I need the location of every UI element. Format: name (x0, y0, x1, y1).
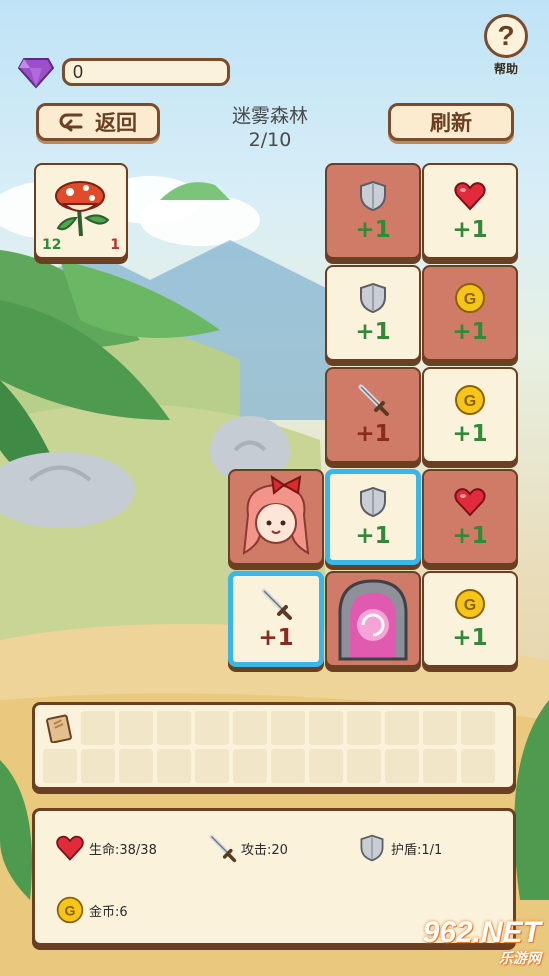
stat-gold: G 金币:6 (55, 895, 128, 925)
stat-attack: 攻击:20 (207, 833, 288, 863)
shield-icon (360, 834, 384, 862)
svg-text:G: G (464, 291, 476, 308)
inventory-slot[interactable] (385, 749, 419, 783)
stat-gold-label: 金币:6 (89, 904, 128, 920)
heart-icon (454, 488, 486, 517)
tile-value: +1 (355, 421, 391, 447)
return-arrow-icon (59, 113, 83, 132)
heart-icon (56, 835, 84, 861)
sword-icon (209, 834, 237, 863)
board-tile-coin[interactable]: G +1 (422, 265, 518, 361)
stat-hp: 生命:38/38 (55, 833, 157, 863)
inventory-slot[interactable] (385, 711, 419, 745)
svg-text:G: G (464, 597, 476, 614)
stage-progress: 2/10 (248, 129, 292, 151)
monster-card[interactable]: 12 1 (34, 163, 128, 259)
back-button[interactable]: 返回 (36, 103, 160, 141)
tile-value: +1 (452, 625, 488, 651)
board-tile-heart[interactable]: +1 (422, 469, 518, 565)
svg-text:G: G (65, 902, 76, 918)
heart-icon (454, 182, 486, 211)
inventory-slot[interactable] (43, 711, 77, 745)
monster-hp: 12 (42, 237, 62, 253)
board-tile-shield[interactable]: +1 (325, 163, 421, 259)
inventory-slot[interactable] (81, 711, 115, 745)
inventory-slot[interactable] (195, 749, 229, 783)
sword-icon (358, 384, 389, 416)
inventory-slot[interactable] (309, 711, 343, 745)
tile-value: +1 (355, 319, 391, 345)
inventory-slot[interactable] (195, 711, 229, 745)
stat-shield-label: 护盾:1/1 (391, 842, 443, 858)
inventory-slot[interactable] (233, 749, 267, 783)
tile-value: +1 (452, 319, 488, 345)
tile-value: +1 (452, 217, 488, 243)
board-tile-shield-selected[interactable]: +1 (325, 469, 421, 565)
piranha-plant-icon (55, 181, 110, 237)
inventory-slot[interactable] (347, 749, 381, 783)
watermark-site-name: 乐游网 (499, 950, 541, 966)
inventory-slot[interactable] (423, 711, 457, 745)
monster-attack: 1 (110, 237, 120, 253)
inventory-slot[interactable] (309, 749, 343, 783)
inventory-slot[interactable] (81, 749, 115, 783)
gold-coin-icon: G (455, 385, 485, 415)
stat-attack-label: 攻击:20 (241, 842, 288, 858)
gold-coin-icon: G (56, 896, 84, 924)
inventory-slot[interactable] (347, 711, 381, 745)
sword-icon (261, 588, 292, 620)
inventory-slot[interactable] (119, 711, 153, 745)
portal-tile[interactable] (325, 571, 421, 667)
inventory-slot[interactable] (157, 749, 191, 783)
board-tile-heart[interactable]: +1 (422, 163, 518, 259)
hero-portrait-icon (242, 475, 310, 555)
help-label: 帮助 (493, 62, 518, 76)
question-mark-icon: ? (484, 14, 528, 58)
tile-value: +1 (258, 625, 294, 651)
shield-icon (360, 282, 386, 314)
watermark-logo-text: 962.NET (422, 916, 541, 949)
help-button[interactable]: ? 帮助 (482, 14, 530, 80)
inventory-slot[interactable] (423, 749, 457, 783)
inventory-slot[interactable] (233, 711, 267, 745)
inventory-slot[interactable] (43, 749, 77, 783)
shield-icon (360, 180, 386, 212)
portal-icon (338, 579, 408, 661)
board-tile-sword[interactable]: +1 (325, 367, 421, 463)
tile-value: +1 (355, 217, 391, 243)
back-label: 返回 (95, 111, 137, 135)
gold-coin-icon: G (455, 283, 485, 313)
tile-value: +1 (355, 523, 391, 549)
inventory-slot[interactable] (271, 711, 305, 745)
hero-tile[interactable] (228, 469, 324, 565)
stat-shield: 护盾:1/1 (357, 833, 442, 863)
gem-counter: 0 (62, 58, 230, 86)
inventory-slot[interactable] (461, 711, 495, 745)
refresh-button[interactable]: 刷新 (388, 103, 514, 141)
board-tile-coin[interactable]: G +1 (422, 367, 518, 463)
gold-coin-icon: G (455, 589, 485, 619)
spellbook-icon (46, 714, 72, 743)
inventory-slot[interactable] (157, 711, 191, 745)
board-tile-coin[interactable]: G +1 (422, 571, 518, 667)
inventory-slot[interactable] (271, 749, 305, 783)
board-tile-shield[interactable]: +1 (325, 265, 421, 361)
svg-text:G: G (464, 393, 476, 410)
inventory-slot[interactable] (461, 749, 495, 783)
shield-icon (360, 486, 386, 518)
stage-header: 迷雾森林 2/10 (200, 104, 340, 152)
gem-icon (17, 55, 55, 89)
inventory-panel (32, 702, 516, 790)
stage-name: 迷雾森林 (231, 105, 308, 127)
stat-hp-label: 生命:38/38 (89, 842, 157, 858)
tile-value: +1 (452, 421, 488, 447)
site-watermark: 962.NET 乐游网 (423, 918, 541, 968)
tile-value: +1 (452, 523, 488, 549)
inventory-slot[interactable] (119, 749, 153, 783)
board-tile-sword-selected[interactable]: +1 (228, 571, 324, 667)
refresh-label: 刷新 (430, 111, 472, 135)
